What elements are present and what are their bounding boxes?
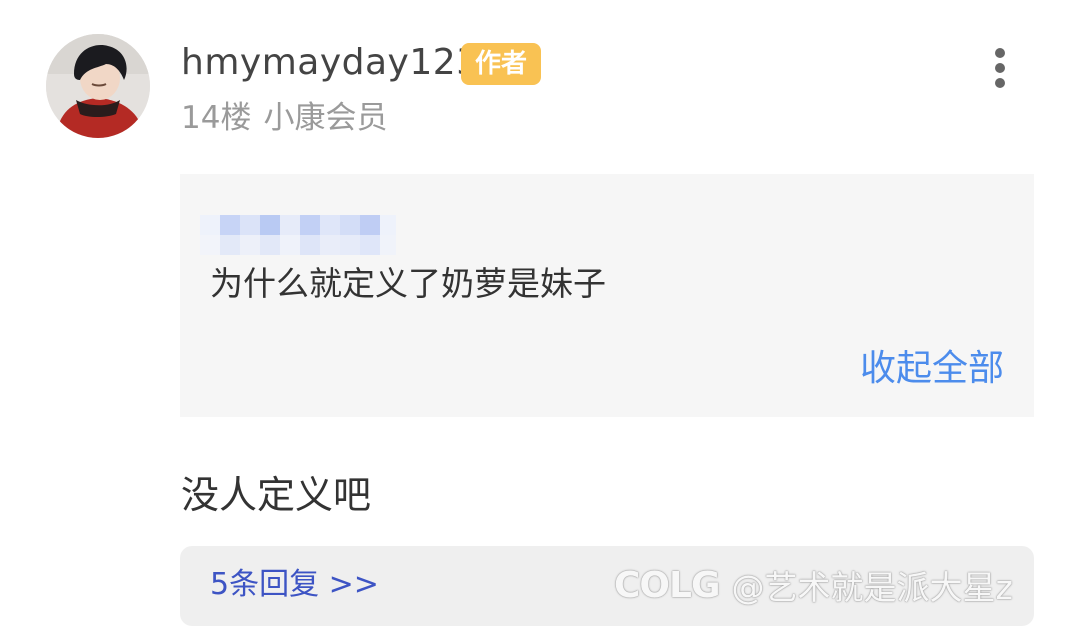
- avatar-illustration: [46, 34, 150, 138]
- username[interactable]: hmymayday123: [181, 40, 480, 86]
- author-badge: 作者: [461, 43, 541, 85]
- view-replies-link[interactable]: 5条回复 >>: [210, 564, 379, 606]
- floor-number: 14楼: [181, 100, 252, 136]
- reply-text: 没人定义吧: [181, 473, 372, 517]
- quoted-comment: 为什么就定义了奶萝是妹子 收起全部: [180, 174, 1034, 417]
- watermark-logo: COLG: [614, 564, 721, 606]
- watermark-handle: @艺术就是派大星z: [731, 568, 1013, 607]
- member-level: 小康会员: [263, 100, 388, 136]
- more-options-button[interactable]: [980, 44, 1020, 92]
- post-meta: 14楼 小康会员: [181, 98, 387, 138]
- quoted-username-blurred: [200, 211, 396, 255]
- collapse-all-link[interactable]: 收起全部: [860, 346, 1004, 392]
- quoted-text: 为什么就定义了奶萝是妹子: [210, 264, 606, 303]
- user-avatar[interactable]: [46, 34, 150, 138]
- watermark: COLG @艺术就是派大星z: [614, 561, 1013, 609]
